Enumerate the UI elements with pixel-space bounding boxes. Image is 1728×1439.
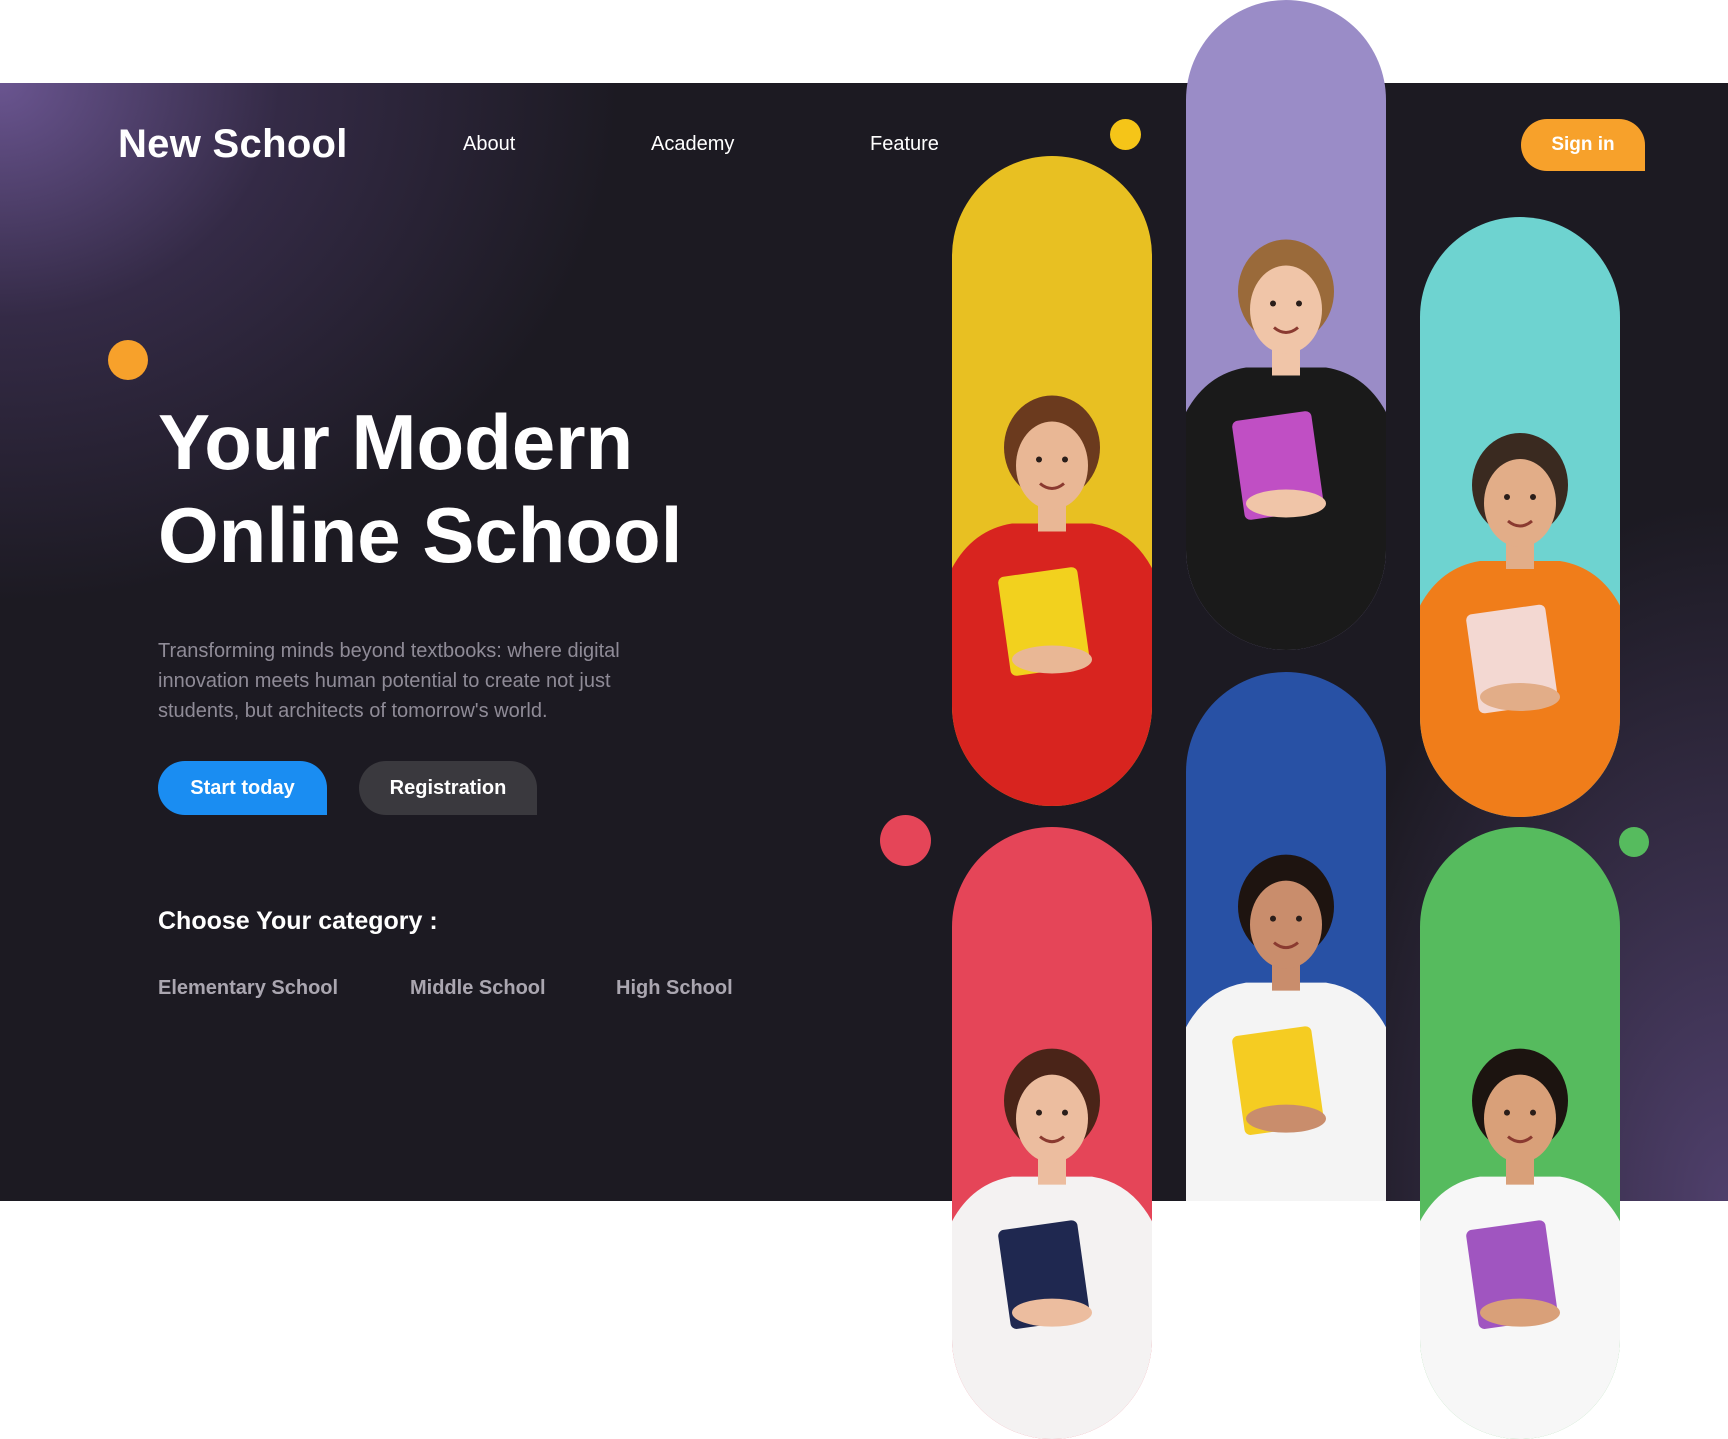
student-illustration: [1186, 239, 1386, 650]
hero-title-line-1: Your Modern: [158, 398, 634, 486]
student-face: [1484, 459, 1556, 547]
red-dot-decoration: [880, 815, 931, 866]
student-eye-right: [1062, 1109, 1068, 1116]
student-beard-orange-sweater: [1420, 217, 1620, 817]
category-high-school[interactable]: High School: [616, 977, 733, 1000]
student-illustration: [952, 395, 1152, 806]
nav-feature[interactable]: Feature: [870, 133, 939, 156]
start-today-button[interactable]: Start today: [158, 761, 327, 815]
sign-in-button[interactable]: Sign in: [1521, 119, 1645, 171]
student-eye-left: [1270, 300, 1276, 307]
student-face: [1016, 1074, 1088, 1163]
nav-academy[interactable]: Academy: [651, 133, 734, 156]
orange-dot-decoration: [108, 340, 148, 380]
student-eye-left: [1504, 1109, 1510, 1116]
student-hands: [1480, 1298, 1560, 1327]
hero-subtitle: Transforming minds beyond textbooks: whe…: [158, 640, 620, 722]
student-eye-left: [1036, 1109, 1042, 1116]
student-dark-hair-white-polo: [1420, 827, 1620, 1439]
student-face: [1250, 265, 1322, 354]
yellow-dot-decoration: [1110, 119, 1141, 150]
category-elementary-school[interactable]: Elementary School: [158, 977, 338, 1000]
student-eye-right: [1530, 1109, 1536, 1116]
site-logo[interactable]: New School: [118, 122, 348, 167]
student-illustration: [1186, 854, 1386, 1201]
student-curly-hair-red-hoodie: [952, 156, 1152, 806]
hero-title: Your Modern Online School: [158, 396, 682, 582]
student-hands: [1012, 1298, 1092, 1327]
student-long-hair-white-blouse: [952, 827, 1152, 1439]
student-eye-right: [1062, 456, 1068, 463]
hero-title-line-2: Online School: [158, 491, 683, 579]
student-hands: [1012, 645, 1092, 674]
nav-about[interactable]: About: [463, 133, 515, 156]
green-dot-decoration: [1619, 827, 1649, 857]
student-hands: [1480, 683, 1560, 711]
student-short-hair-plaid-shirt: [1186, 0, 1386, 650]
student-face: [1250, 880, 1322, 969]
student-illustration: [1420, 433, 1620, 817]
student-curly-hair-green-shirt: [1186, 672, 1386, 1201]
category-heading: Choose Your category :: [158, 907, 438, 935]
category-middle-school[interactable]: Middle School: [410, 977, 546, 1000]
student-hands: [1246, 1104, 1326, 1133]
student-eye-right: [1296, 915, 1302, 922]
student-eye-left: [1036, 456, 1042, 463]
student-illustration: [1420, 1048, 1620, 1439]
student-face: [1016, 421, 1088, 510]
student-face: [1484, 1074, 1556, 1163]
student-illustration: [952, 1048, 1152, 1439]
student-eye-right: [1296, 300, 1302, 307]
student-eye-left: [1270, 915, 1276, 922]
student-eye-left: [1504, 494, 1510, 500]
student-eye-right: [1530, 494, 1536, 500]
registration-button[interactable]: Registration: [359, 761, 537, 815]
student-hands: [1246, 489, 1326, 518]
